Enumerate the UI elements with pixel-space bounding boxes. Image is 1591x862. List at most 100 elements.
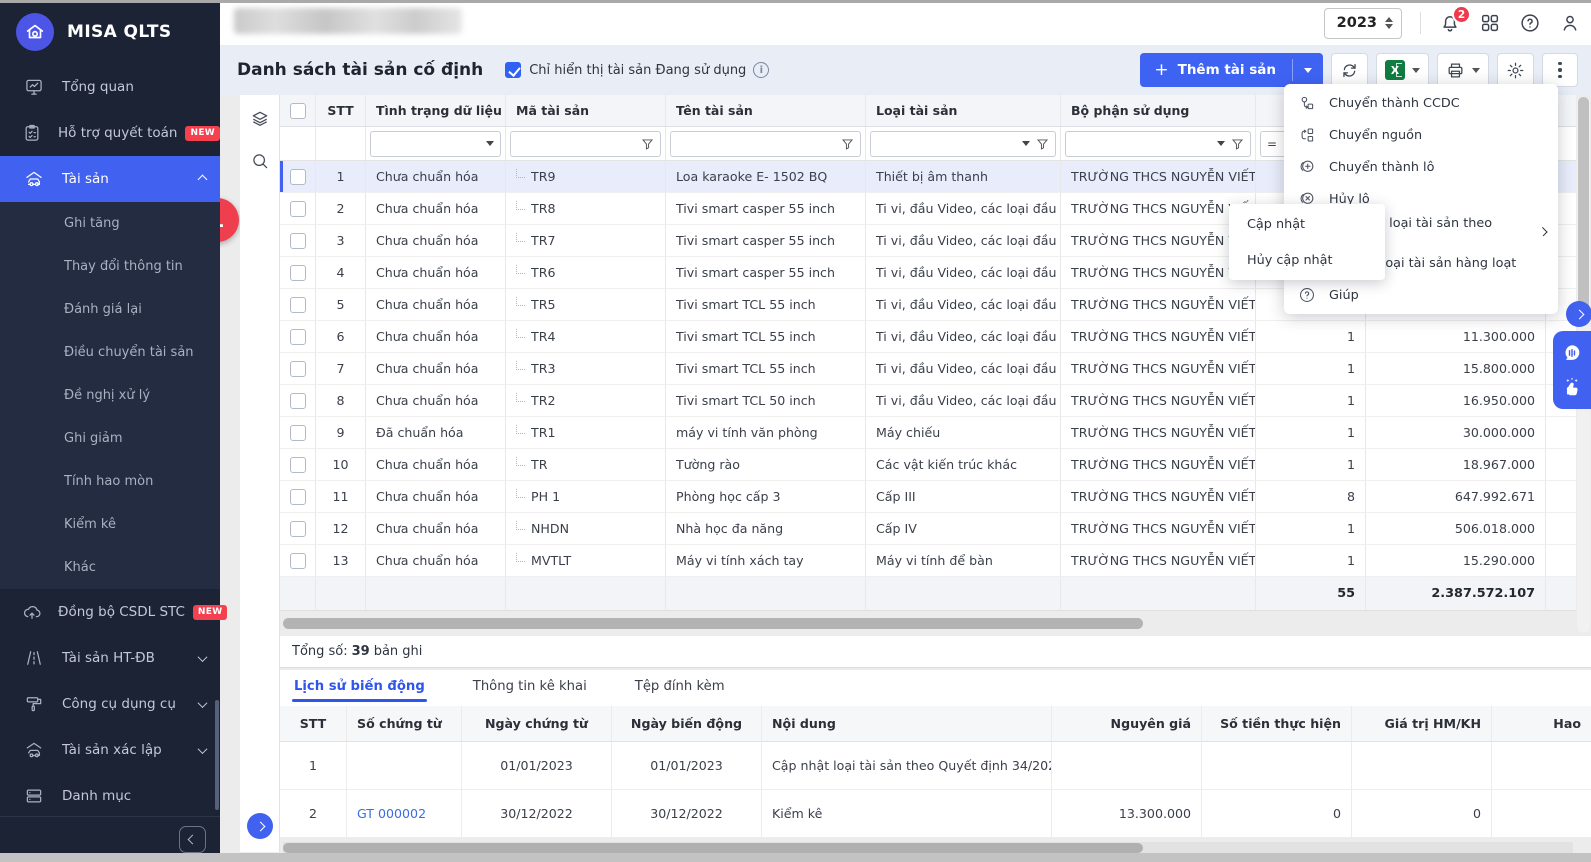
cell-col0: [280, 321, 316, 352]
table-row[interactable]: 8Chưa chuẩn hóaTR2Tivi smart TCL 50 inch…: [280, 385, 1576, 417]
print-button[interactable]: [1437, 53, 1489, 87]
history-cell-cost: 13.300.000: [1052, 790, 1202, 837]
menu-item-giup[interactable]: Giúp: [1284, 279, 1558, 311]
filter-input-code[interactable]: [510, 131, 661, 157]
more-actions-button[interactable]: [1542, 53, 1578, 87]
sidebar-subitem-dieu-chuyen-tai-san[interactable]: Điều chuyển tài sản: [0, 331, 220, 374]
sidebar-item-tong-quan[interactable]: Tổng quan: [0, 64, 220, 110]
chat-support-icon[interactable]: [1561, 342, 1583, 364]
row-checkbox[interactable]: [290, 425, 306, 441]
filter-input-status[interactable]: [370, 131, 501, 157]
submenu-item-cap-nhat[interactable]: Cập nhật: [1229, 206, 1385, 242]
cell-stt: 10: [316, 449, 366, 480]
sidebar-item-dong-bo-csdl-stc[interactable]: Đồng bộ CSDL STCNEW: [0, 589, 220, 635]
user-button[interactable]: [1559, 12, 1581, 34]
row-checkbox[interactable]: [290, 265, 306, 281]
table-row[interactable]: 12Chưa chuẩn hóaNHDNNhà học đa năngCấp I…: [280, 513, 1576, 545]
menu-item-chuyen-thanh-lo[interactable]: Chuyển thành lô: [1284, 151, 1558, 183]
row-checkbox[interactable]: [290, 489, 306, 505]
filter-cell-stt: [316, 127, 366, 160]
scrollbar-thumb[interactable]: [283, 843, 1143, 853]
sidebar-item-tai-san[interactable]: Tài sản: [0, 156, 220, 202]
catalog-icon: [22, 786, 46, 806]
row-checkbox[interactable]: [290, 233, 306, 249]
row-checkbox[interactable]: [290, 457, 306, 473]
row-checkbox[interactable]: [290, 297, 306, 313]
row-checkbox[interactable]: [290, 393, 306, 409]
row-checkbox[interactable]: [290, 553, 306, 569]
sidebar-subitem-thay-doi-thong-tin[interactable]: Thay đổi thông tin: [0, 245, 220, 288]
table-row[interactable]: 6Chưa chuẩn hóaTR4Tivi smart TCL 55 inch…: [280, 321, 1576, 353]
asset-code: TR: [531, 457, 547, 472]
history-row[interactable]: 101/01/202301/01/2023Cập nhật loại tài s…: [280, 742, 1591, 790]
feedback-thumbs-up-icon[interactable]: [1561, 376, 1583, 398]
table-horizontal-scrollbar[interactable]: [283, 617, 1559, 630]
sidebar-item-danh-muc[interactable]: Danh mục: [0, 773, 220, 819]
apps-button[interactable]: [1479, 12, 1501, 34]
help-button[interactable]: [1519, 12, 1541, 34]
expand-panel-button[interactable]: [247, 813, 273, 839]
tab-thong-tin-ke-khai[interactable]: Thông tin kê khai: [471, 670, 589, 702]
add-asset-dropdown[interactable]: [1293, 68, 1323, 73]
sidebar-subitem-danh-gia-lai[interactable]: Đánh giá lại: [0, 288, 220, 331]
menu-item-chuyen-nguon[interactable]: Chuyển nguồn: [1284, 119, 1558, 151]
history-row[interactable]: 2GT 00000230/12/202230/12/2022Kiểm kê13.…: [280, 790, 1591, 838]
row-checkbox[interactable]: [290, 201, 306, 217]
table-row[interactable]: 9Đã chuẩn hóaTR1máy vi tính văn phòngMáy…: [280, 417, 1576, 449]
sidebar-subitem-ghi-giam[interactable]: Ghi giảm: [0, 417, 220, 460]
search-icon[interactable]: [240, 151, 279, 171]
sidebar-item-tai-san-xac-lap[interactable]: Tài sản xác lập: [0, 727, 220, 773]
collapse-sidebar-button[interactable]: [179, 826, 206, 853]
row-checkbox[interactable]: [290, 361, 306, 377]
filter-input-name[interactable]: [670, 131, 861, 157]
sidebar-item-label: Danh mục: [62, 788, 131, 804]
tab-tep-dinh-kem[interactable]: Tệp đính kèm: [633, 670, 727, 702]
year-spinner-icon[interactable]: [1385, 17, 1393, 29]
add-asset-button[interactable]: +Thêm tài sản: [1140, 53, 1323, 87]
cell-code: TR8: [506, 193, 666, 224]
layers-icon[interactable]: [240, 109, 279, 129]
table-row[interactable]: 10Chưa chuẩn hóaTRTường ràoCác vật kiến …: [280, 449, 1576, 481]
table-row[interactable]: 11Chưa chuẩn hóaPH 1Phòng học cấp 3Cấp I…: [280, 481, 1576, 513]
row-checkbox[interactable]: [290, 329, 306, 345]
sidebar-subitem-khac[interactable]: Khác: [0, 546, 220, 589]
cell-value: 15.290.000: [1366, 545, 1546, 576]
cell-qty: 8: [1256, 481, 1366, 512]
tree-node-icon: [516, 361, 525, 370]
submenu-item-huy-cap-nhat[interactable]: Hủy cập nhật: [1229, 242, 1385, 278]
fiscal-year-selector[interactable]: 2023: [1324, 8, 1402, 39]
sidebar-item-tai-san-ht-db[interactable]: Tài sản HT-ĐB: [0, 635, 220, 681]
select-all-checkbox[interactable]: [290, 103, 306, 119]
export-excel-button[interactable]: X: [1376, 53, 1429, 87]
scrollbar-thumb[interactable]: [283, 618, 1143, 629]
gear-icon: [1506, 61, 1525, 80]
table-row[interactable]: 13Chưa chuẩn hóaMVTLTMáy vi tính xách ta…: [280, 545, 1576, 577]
sidebar-scrollbar[interactable]: [215, 700, 219, 810]
sidebar-subitem-de-nghi-xu-ly[interactable]: Đề nghị xử lý: [0, 374, 220, 417]
sidebar-subitem-ghi-tang[interactable]: Ghi tăng: [0, 202, 220, 245]
filter-input-dept[interactable]: [1065, 131, 1251, 157]
info-icon[interactable]: i: [753, 62, 769, 78]
row-checkbox[interactable]: [290, 521, 306, 537]
topbar: 2023 2: [220, 0, 1591, 45]
sidebar-subitem-tinh-hao-mon[interactable]: Tính hao mòn: [0, 460, 220, 503]
show-in-use-checkbox[interactable]: [505, 62, 521, 78]
settings-button[interactable]: [1497, 53, 1534, 87]
tree-node-icon: [516, 297, 525, 306]
divider: [1420, 12, 1421, 34]
cell-code: TR2: [506, 385, 666, 416]
filter-input-type[interactable]: [870, 131, 1056, 157]
document-link[interactable]: GT 000002: [357, 806, 426, 821]
sidebar-item-ho-tro-quyet-toan[interactable]: Hỗ trợ quyết toánNEW: [0, 110, 220, 156]
scrollbar-thumb[interactable]: [1578, 97, 1589, 312]
table-row[interactable]: 7Chưa chuẩn hóaTR3Tivi smart TCL 55 inch…: [280, 353, 1576, 385]
collapse-right-button[interactable]: [1566, 301, 1591, 327]
sidebar-subitem-kiem-ke[interactable]: Kiểm kê: [0, 503, 220, 546]
sidebar-item-cong-cu-dung-cu[interactable]: Công cụ dụng cụ: [0, 681, 220, 727]
refresh-button[interactable]: [1331, 53, 1368, 87]
asset-icon: [22, 169, 46, 189]
menu-item-chuyen-thanh-ccdc[interactable]: Chuyển thành CCDC: [1284, 87, 1558, 119]
tab-lich-su-bien-dong[interactable]: Lịch sử biến động: [292, 670, 427, 702]
notifications-button[interactable]: 2: [1439, 12, 1461, 34]
row-checkbox[interactable]: [290, 169, 306, 185]
